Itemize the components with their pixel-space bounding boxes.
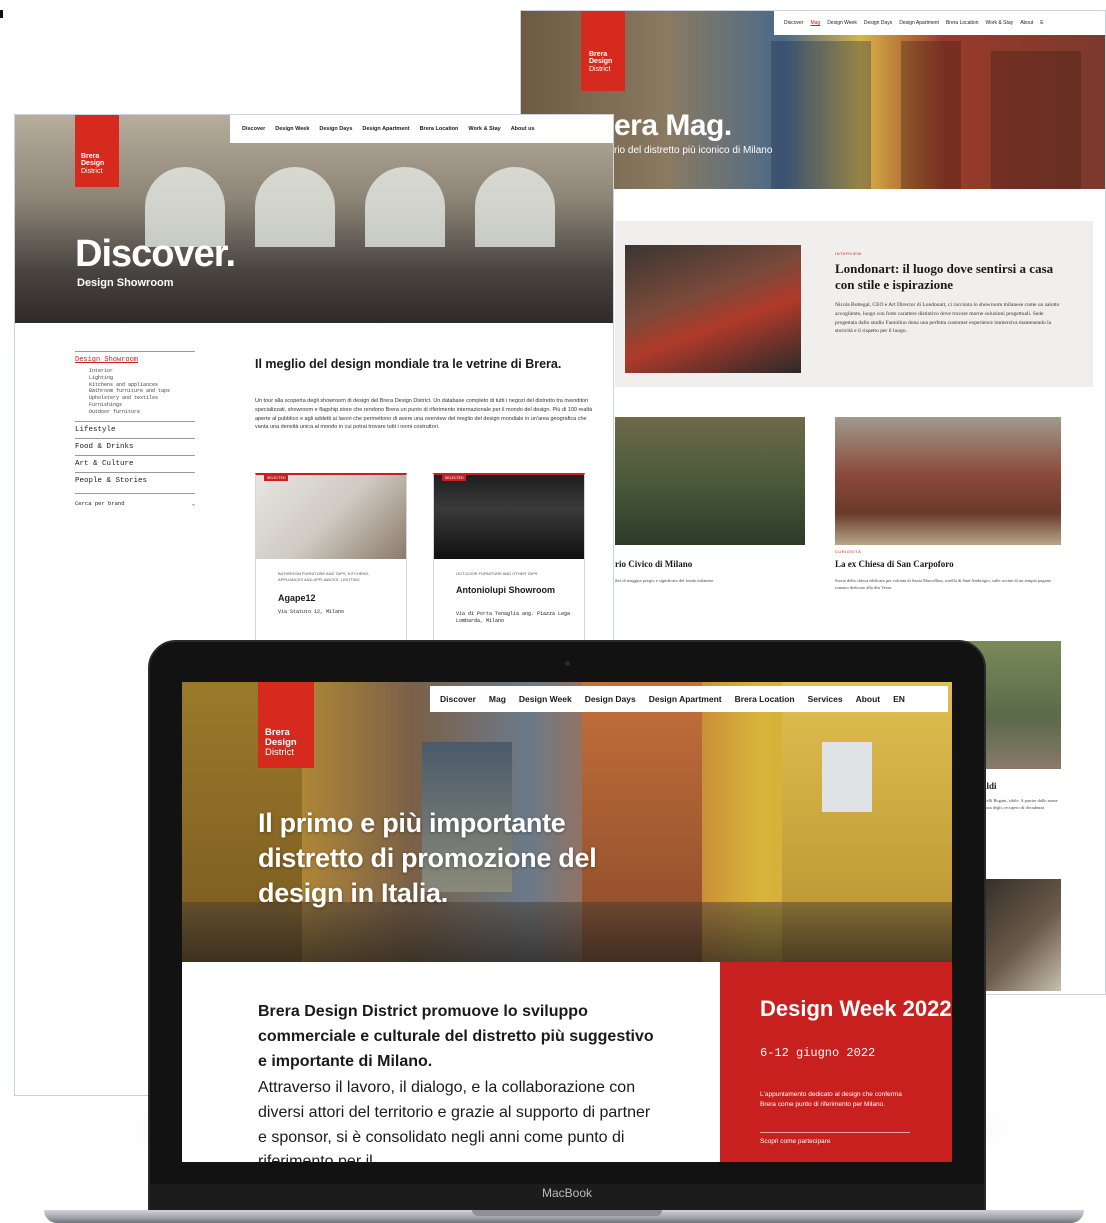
mag-feature-article[interactable]: INTERVIEW Londonart: il luogo dove senti… [615, 221, 1093, 387]
home-nav-design-apartment[interactable]: Design Apartment [649, 694, 722, 704]
sidebar-item-food-drinks[interactable]: Food & Drinks [75, 438, 195, 455]
mag-card-category: CURIOSITÀ [835, 549, 862, 554]
sidebar-subitem[interactable]: Upholstery and textiles [89, 395, 195, 402]
chevron-down-icon: ⌄ [191, 500, 195, 508]
showroom-card-category: BATHROOM FURNITURE AND TAPS, KITCHENS, A… [278, 571, 370, 582]
discover-sidebar: Design Showroom Interior Lighting Kitche… [75, 351, 195, 513]
mag-nav-discover[interactable]: Discover [784, 20, 803, 26]
home-nav-bar: Discover Mag Design Week Design Days Des… [430, 686, 948, 712]
sidebar-subitems: Interior Lighting Kitchens and appliance… [75, 368, 195, 421]
showroom-card-name[interactable]: Antoniolupi Showroom [456, 585, 555, 597]
home-nav-design-week[interactable]: Design Week [519, 694, 572, 704]
showroom-card-name[interactable]: Agape12 [278, 593, 316, 605]
mag-card-text: ibri di maggior pregio e significato del… [615, 578, 715, 583]
discover-page-title: Discover. [75, 233, 236, 275]
discover-logo[interactable]: Brera Design District [75, 115, 119, 187]
mag-feature-image [625, 245, 801, 373]
mag-nav-lang[interactable]: E [1040, 20, 1043, 26]
sidebar-subitem[interactable]: Interior [89, 368, 195, 375]
discover-nav-design-days[interactable]: Design Days [319, 126, 352, 132]
sidebar-subitem[interactable]: Furnishings [89, 402, 195, 409]
home-logo[interactable]: Brera Design District [258, 682, 314, 768]
home-intro-text: Brera Design District promuove lo svilup… [258, 1003, 654, 1070]
sidebar-item-design-showroom[interactable]: Design Showroom [75, 351, 195, 368]
home-nav-language[interactable]: EN [893, 694, 905, 704]
discover-intro-text: Un tour alla scoperta degli showroom di … [255, 398, 593, 431]
mag-card-text: Storia della chiesa edificata per volont… [835, 578, 1052, 591]
showroom-card-category: OUT-DOOR FURNITURE AND OTHER TAPS [456, 571, 538, 576]
design-week-text: L'appuntamento dedicato al design che co… [760, 1091, 902, 1109]
mag-card-image[interactable] [615, 417, 805, 545]
sidebar-subitem[interactable]: Outdoor furniture [89, 409, 195, 416]
home-nav-mag[interactable]: Mag [489, 694, 506, 704]
showroom-card[interactable]: SELECTED BATHROOM FURNITURE AND TAPS, KI… [255, 473, 407, 643]
sidebar-subitem[interactable]: Lighting [89, 375, 195, 382]
mag-logo[interactable]: Brera Design District [581, 11, 625, 91]
discover-nav-about[interactable]: About us [511, 126, 535, 132]
discover-heading: Il meglio del design mondiale tra le vet… [255, 357, 562, 371]
mag-card-title[interactable]: rio Civico di Milano [615, 559, 692, 569]
showroom-card-tag: SELECTED [264, 475, 289, 481]
brand-search-label: Cerca per brand [75, 500, 125, 508]
mag-card-text: i Fratelli Bogani, sibile. A partire dal… [977, 798, 1058, 811]
home-nav-design-days[interactable]: Design Days [585, 694, 636, 704]
laptop-brand-label: MacBook [541, 1186, 593, 1200]
mag-page-title: era Mag. [614, 109, 732, 142]
home-nav-about[interactable]: About [856, 694, 881, 704]
sidebar-item-lifestyle[interactable]: Lifestyle [75, 421, 195, 438]
mag-nav-mag[interactable]: Mag [810, 20, 820, 26]
mag-card-title[interactable]: La ex Chiesa di San Carpoforo [835, 559, 954, 569]
mag-nav-bar: Discover Mag Design Week Design Days Des… [774, 11, 1105, 35]
showroom-card-image [434, 475, 584, 559]
discover-nav-discover[interactable]: Discover [242, 126, 265, 132]
showroom-card-address: Via Statuto 12, Milano [278, 609, 345, 615]
mag-nav-brera-location[interactable]: Brera Location [946, 20, 979, 26]
sidebar-subitem[interactable]: Kitchens and appliances [89, 382, 195, 389]
sidebar-subitem[interactable]: Bathroom furniture and taps [89, 388, 195, 395]
mag-feature-text: Nicola Bottegal, CEO e Art Director di L… [835, 302, 1060, 335]
sidebar-item-art-culture[interactable]: Art & Culture [75, 455, 195, 472]
sidebar-item-people-stories[interactable]: People & Stories [75, 472, 195, 489]
home-nav-discover[interactable]: Discover [440, 694, 476, 704]
mag-nav-design-week[interactable]: Design Week [827, 20, 857, 26]
mag-page-subtitle: rio del distretto più iconico di Milano [614, 145, 773, 156]
mag-nav-design-days[interactable]: Design Days [864, 20, 892, 26]
discover-nav-design-apartment[interactable]: Design Apartment [362, 126, 409, 132]
mag-feature-category: INTERVIEW [835, 251, 862, 256]
home-headline: Il primo e più importante distretto di p… [258, 808, 597, 909]
laptop-notch [472, 1210, 662, 1216]
brand-search-dropdown[interactable]: Cerca per brand ⌄ [75, 493, 195, 513]
design-week-link[interactable]: Scopri come partecipare [760, 1138, 830, 1145]
discover-page-subtitle: Design Showroom [77, 277, 174, 289]
home-body-text: Attraverso il lavoro, il dialogo, e la c… [258, 1079, 651, 1162]
discover-nav-bar: Discover Design Week Design Days Design … [230, 115, 613, 143]
design-week-panel[interactable]: Design Week 2022 6-12 giugno 2022 L'appu… [720, 962, 952, 1162]
mag-nav-design-apartment[interactable]: Design Apartment [899, 20, 939, 26]
showroom-card-image [256, 475, 406, 559]
showroom-card-tag: SELECTED [442, 475, 467, 481]
showroom-card-address: Via di Porta Tenaglia ang. Piazza Lega L… [456, 611, 571, 624]
mag-nav-about[interactable]: About [1020, 20, 1033, 26]
discover-nav-design-week[interactable]: Design Week [275, 126, 309, 132]
showroom-card[interactable]: SELECTED OUT-DOOR FURNITURE AND OTHER TA… [433, 473, 585, 643]
home-nav-services[interactable]: Services [808, 694, 843, 704]
design-week-title[interactable]: Design Week 2022 [760, 998, 952, 1020]
discover-nav-brera-location[interactable]: Brera Location [420, 126, 459, 132]
mag-card-image[interactable] [835, 417, 1061, 545]
corner-mark [0, 10, 3, 18]
design-week-date: 6-12 giugno 2022 [760, 1046, 876, 1060]
design-week-divider [760, 1132, 910, 1133]
discover-nav-work-stay[interactable]: Work & Stay [468, 126, 500, 132]
camera-icon [565, 661, 570, 666]
laptop-screen: Brera Design District Discover Mag Desig… [182, 682, 952, 1162]
mag-feature-title[interactable]: Londonart: il luogo dove sentirsi a casa… [835, 261, 1075, 294]
home-nav-brera-location[interactable]: Brera Location [735, 694, 795, 704]
mag-nav-work-stay[interactable]: Work & Stay [985, 20, 1013, 26]
